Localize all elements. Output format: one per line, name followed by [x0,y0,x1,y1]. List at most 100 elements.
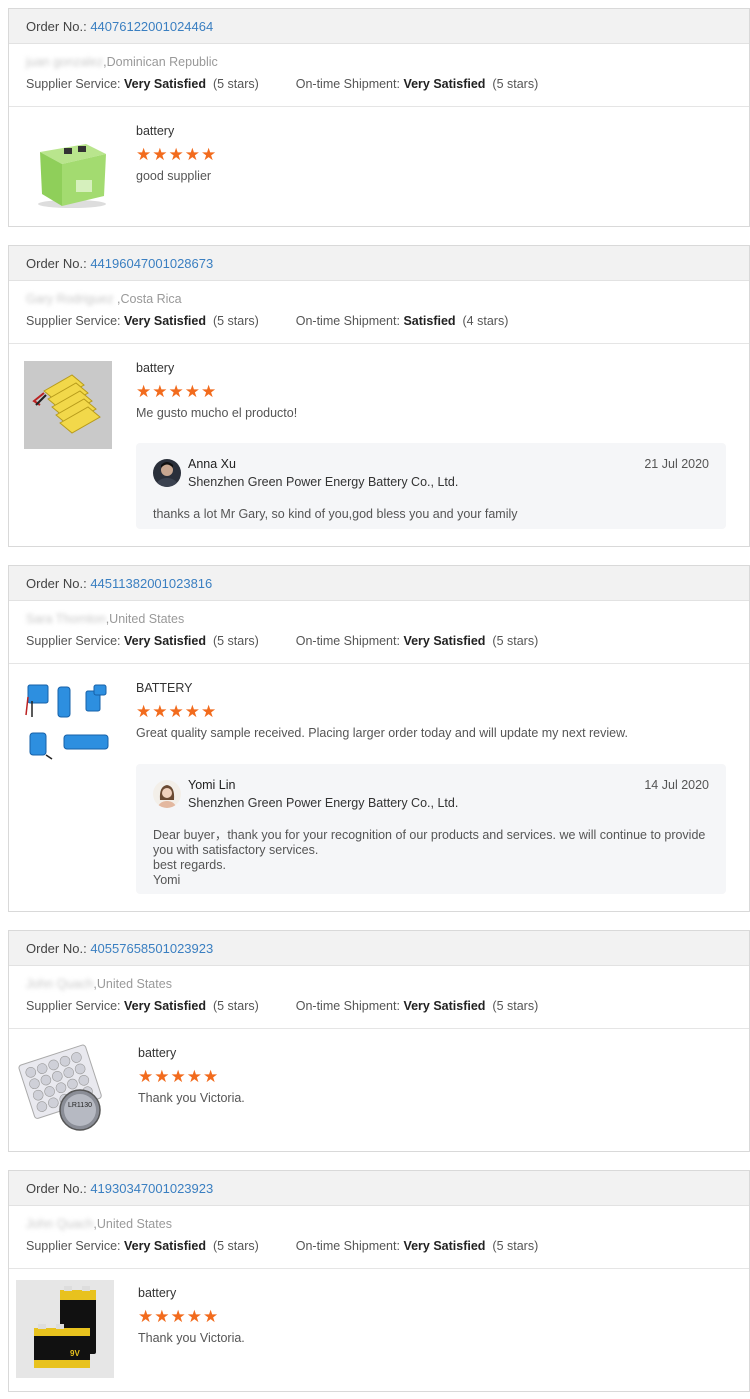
coin-cell-batteries-icon: LR1130 [18,1044,116,1136]
order-no-link[interactable]: 44196047001028673 [90,256,213,271]
shipment-label: On-time Shipment: [295,314,400,328]
product-thumbnail[interactable] [26,124,114,212]
order-no-link[interactable]: 40557658501023923 [90,941,213,956]
blue-battery-packs-icon [24,679,114,769]
shipment-label: On-time Shipment: [295,77,400,91]
buyer-country: ,United States [93,1217,172,1231]
product-name: battery [136,361,175,375]
reply-author: Anna Xu [188,457,236,471]
review-card: Order No.: 44076122001024464 juan gonzal… [8,8,750,227]
battery-9v-label: 9V [70,1349,80,1358]
lipo-battery-cells-icon [24,361,112,449]
buyer-info: John Quach,United States [9,966,749,993]
order-header: Order No.: 40557658501023923 [9,931,749,966]
buyer-country: ,Costa Rica [113,292,182,306]
reply-date: 14 Jul 2020 [644,778,709,792]
coin-cell-label: LR1130 [68,1102,92,1109]
reply-company: Shenzhen Green Power Energy Battery Co.,… [188,796,459,810]
reply-text: thanks a lot Mr Gary, so kind of you,god… [153,507,518,521]
shipment-label: On-time Shipment: [295,1239,400,1253]
shipment-stars: (5 stars) [492,634,539,648]
order-header: Order No.: 44076122001024464 [9,9,749,44]
service-ratings: Supplier Service: Very Satisfied (5 star… [9,628,749,652]
order-no-label: Order No.: [26,19,87,34]
service-ratings: Supplier Service: Very Satisfied (5 star… [9,308,749,332]
product-thumbnail[interactable] [24,361,112,449]
review-card: Order No.: 44511382001023816 Sara Thornt… [8,565,750,912]
reply-text: Dear buyer，thank you for your recognitio… [153,828,706,887]
buyer-name: juan gonzalez [26,55,104,69]
supplier-reply: Anna Xu Shenzhen Green Power Energy Batt… [136,443,726,529]
buyer-name: John Quach [26,977,94,991]
supplier-service-label: Supplier Service: [26,1239,121,1253]
reply-company: Shenzhen Green Power Energy Battery Co.,… [188,475,459,489]
review-card: Order No.: 44196047001028673 Gary Rodrig… [8,245,750,547]
order-header: Order No.: 41930347001023923 [9,1171,749,1206]
supplier-service-value: Very Satisfied [123,999,206,1013]
supplier-reply: Yomi Lin Shenzhen Green Power Energy Bat… [136,764,726,894]
supplier-service-label: Supplier Service: [26,634,121,648]
order-header: Order No.: 44196047001028673 [9,246,749,281]
avatar [153,459,181,487]
shipment-value: Very Satisfied [403,1239,486,1253]
buyer-country: ,Dominican Republic [103,55,218,69]
shipment-value: Very Satisfied [403,77,486,91]
order-no-link[interactable]: 44511382001023816 [90,576,212,591]
supplier-service-stars: (5 stars) [212,314,259,328]
supplier-service-value: Very Satisfied [123,1239,206,1253]
avatar [153,780,181,808]
buyer-name: Sara Thornton [26,612,106,626]
product-name: battery [136,124,175,138]
supplier-service-stars: (5 stars) [212,999,259,1013]
buyer-info: Gary Rodriguez ,Costa Rica [9,281,749,308]
rating-stars: ★★★★★ [138,1067,220,1086]
buyer-name: Gary Rodriguez [26,292,114,306]
rating-stars: ★★★★★ [136,145,218,164]
product-thumbnail[interactable]: 9V [16,1280,114,1378]
supplier-service-value: Very Satisfied [123,634,206,648]
review-comment: Me gusto mucho el producto! [136,406,298,420]
rating-stars: ★★★★★ [138,1307,220,1326]
buyer-country: ,United States [93,977,172,991]
shipment-stars: (4 stars) [462,314,509,328]
review-card: Order No.: 40557658501023923 John Quach,… [8,930,750,1152]
product-name: BATTERY [136,681,193,695]
product-name: battery [138,1286,177,1300]
reply-author: Yomi Lin [188,778,236,792]
supplier-service-label: Supplier Service: [26,77,121,91]
buyer-info: John Quach,United States [9,1206,749,1233]
service-ratings: Supplier Service: Very Satisfied (5 star… [9,1233,749,1257]
review-comment: Great quality sample received. Placing l… [136,726,628,740]
buyer-country: ,United States [105,612,185,626]
review-comment: good supplier [136,169,212,183]
supplier-service-value: Very Satisfied [123,77,206,91]
service-ratings: Supplier Service: Very Satisfied (5 star… [9,71,749,95]
shipment-value: Satisfied [403,314,456,328]
shipment-label: On-time Shipment: [295,634,400,648]
order-no-label: Order No.: [26,1181,87,1196]
shipment-value: Very Satisfied [403,634,486,648]
shipment-stars: (5 stars) [492,999,539,1013]
green-battery-pack-icon [26,124,114,212]
supplier-service-stars: (5 stars) [212,634,259,648]
shipment-stars: (5 stars) [492,1239,539,1253]
supplier-service-value: Very Satisfied [123,314,206,328]
product-thumbnail[interactable] [24,679,114,769]
order-no-link[interactable]: 41930347001023923 [90,1181,213,1196]
order-no-label: Order No.: [26,256,87,271]
buyer-info: juan gonzalez,Dominican Republic [9,44,749,71]
supplier-service-stars: (5 stars) [212,77,259,91]
order-no-label: Order No.: [26,941,87,956]
order-no-link[interactable]: 44076122001024464 [90,19,213,34]
order-header: Order No.: 44511382001023816 [9,566,749,601]
shipment-value: Very Satisfied [403,999,486,1013]
9v-batteries-icon: 9V [16,1280,114,1378]
product-thumbnail[interactable]: LR1130 [18,1044,116,1136]
product-name: battery [138,1046,177,1060]
rating-stars: ★★★★★ [136,382,218,401]
review-comment: Thank you Victoria. [138,1091,245,1105]
review-card: Order No.: 41930347001023923 John Quach,… [8,1170,750,1392]
shipment-label: On-time Shipment: [295,999,400,1013]
supplier-service-label: Supplier Service: [26,314,121,328]
buyer-info: Sara Thornton,United States [9,601,749,628]
